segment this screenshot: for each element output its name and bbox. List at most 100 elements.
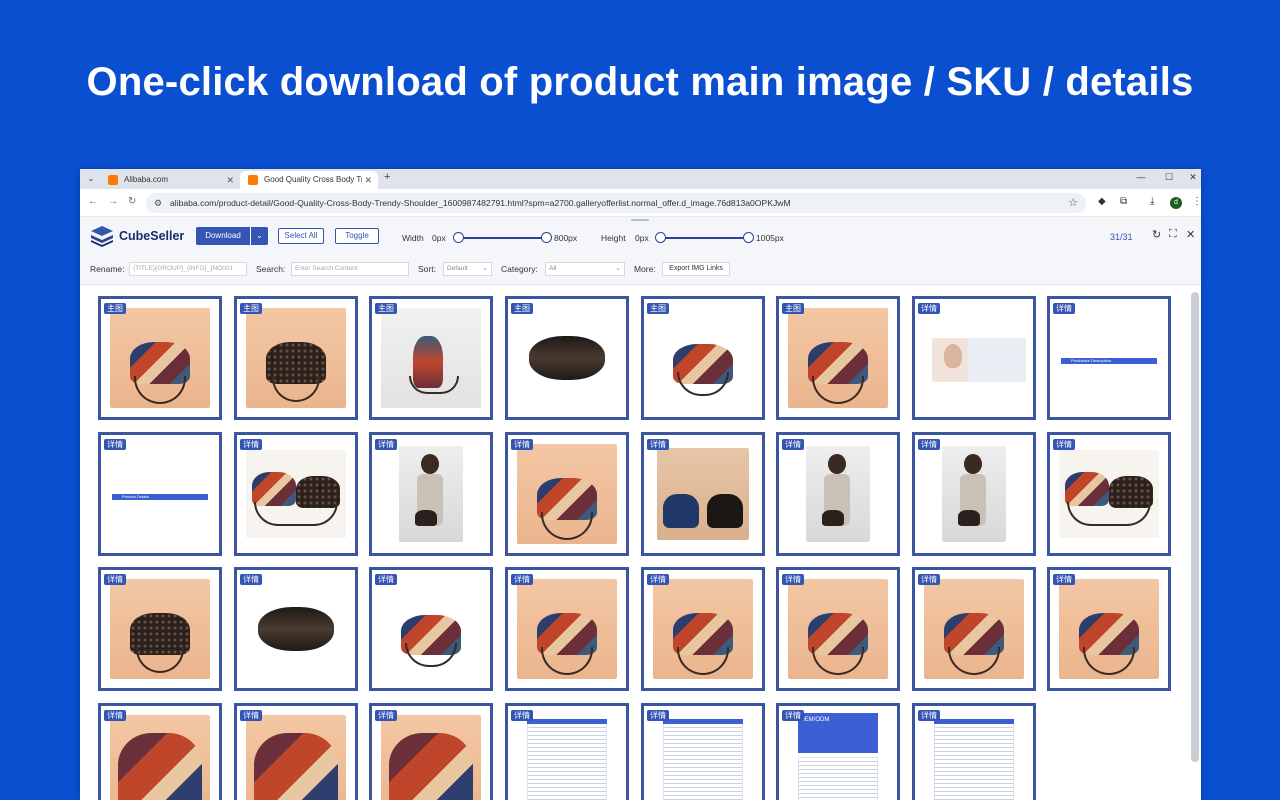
height-max: 1005px — [756, 233, 784, 243]
fullscreen-icon[interactable]: ⛶ — [1169, 228, 1177, 241]
image-card[interactable]: 主图 — [369, 296, 493, 420]
image-card[interactable]: 详情 OEM/ODM — [776, 703, 900, 800]
image-card[interactable]: 详情 — [234, 567, 358, 691]
document-page — [527, 719, 607, 800]
menu-kebab-icon[interactable]: ⋮ — [1192, 196, 1201, 207]
new-tab-icon[interactable]: + — [384, 171, 390, 183]
toggle-button[interactable]: Toggle — [335, 228, 379, 244]
image-card[interactable]: 详情 — [641, 567, 765, 691]
image-card[interactable]: 详情 — [505, 703, 629, 800]
category-select[interactable]: All ⌄ — [545, 262, 625, 276]
image-card[interactable]: 详情 — [1047, 567, 1171, 691]
image-card[interactable]: 主图 — [776, 296, 900, 420]
image-card[interactable]: 详情 — [641, 703, 765, 800]
avatar[interactable]: d — [1170, 197, 1182, 209]
image-caption: Productive Description — [1071, 358, 1112, 363]
image-card[interactable]: 详情 — [98, 703, 222, 800]
close-tab-icon[interactable]: ✕ — [226, 171, 234, 189]
image-thumbnail — [379, 577, 483, 681]
image-card[interactable]: 详情 — [912, 567, 1036, 691]
image-card[interactable]: 详情 — [369, 703, 493, 800]
width-slider[interactable] — [460, 237, 548, 239]
image-type-badge: 详情 — [511, 439, 533, 450]
image-type-badge: 详情 — [647, 710, 669, 721]
tab-search-icon[interactable]: ⌄ — [84, 172, 98, 186]
image-thumbnail — [379, 713, 483, 800]
scrollbar[interactable] — [1191, 292, 1199, 762]
image-card[interactable]: 主图 — [234, 296, 358, 420]
image-thumbnail: OEM/ODM — [786, 713, 890, 800]
site-info-icon[interactable]: ⚙ — [154, 193, 162, 213]
sort-select[interactable]: Default ⌄ — [443, 262, 492, 276]
search-input[interactable]: Enter Search Content — [291, 262, 409, 276]
forward-icon[interactable]: → — [108, 196, 118, 207]
image-card[interactable]: 详情 — [912, 432, 1036, 556]
extensions-puzzle-icon[interactable]: ⧉ — [1120, 196, 1127, 207]
download-dropdown-button[interactable]: ⌄ — [250, 227, 268, 245]
height-slider-max-knob[interactable] — [743, 232, 754, 243]
rename-input[interactable]: {TITLE}{GROUP}_{INFO}_{NO001 — [129, 262, 247, 276]
bag-strap — [405, 643, 457, 667]
image-card[interactable]: 详情 Product Details — [98, 432, 222, 556]
image-thumbnail — [244, 713, 348, 800]
image-thumbnail — [515, 442, 619, 546]
image-thumbnail — [108, 713, 212, 800]
bag-image — [415, 510, 437, 526]
select-all-button[interactable]: Select All — [278, 228, 324, 244]
cubeseller-extension-icon[interactable]: ◆ — [1098, 196, 1106, 207]
image-card[interactable]: 详情 — [234, 432, 358, 556]
bookmark-star-icon[interactable]: ☆ — [1068, 193, 1078, 213]
back-icon[interactable]: ← — [88, 196, 98, 207]
minimize-icon[interactable]: — — [1134, 172, 1148, 182]
download-button[interactable]: Download — [196, 227, 250, 245]
image-card[interactable]: 详情 — [776, 432, 900, 556]
tab-alibaba[interactable]: Alibaba.com ✕ — [100, 171, 240, 189]
width-slider-min-knob[interactable] — [453, 232, 464, 243]
alibaba-favicon-icon — [108, 175, 118, 185]
image-card[interactable]: 详情 — [912, 296, 1036, 420]
image-thumbnail — [515, 577, 619, 681]
image-card[interactable]: 详情 — [505, 432, 629, 556]
image-card[interactable]: 主图 — [505, 296, 629, 420]
height-slider[interactable] — [662, 237, 750, 239]
image-type-badge: 详情 — [1053, 303, 1075, 314]
image-card[interactable]: 详情 — [912, 703, 1036, 800]
reload-icon[interactable]: ↻ — [128, 196, 136, 207]
image-card[interactable]: 主图 — [641, 296, 765, 420]
maximize-icon[interactable]: ☐ — [1162, 172, 1176, 183]
bag-image — [822, 510, 844, 526]
image-card[interactable]: 详情 — [641, 432, 765, 556]
image-type-badge: 详情 — [375, 574, 397, 585]
image-card[interactable]: 主图 — [98, 296, 222, 420]
height-slider-min-knob[interactable] — [655, 232, 666, 243]
image-card[interactable]: 详情 — [1047, 432, 1171, 556]
image-type-badge: 详情 — [782, 710, 804, 721]
image-card[interactable]: 详情 — [234, 703, 358, 800]
refresh-icon[interactable]: ↻ — [1152, 228, 1161, 241]
image-card[interactable]: 详情 — [369, 432, 493, 556]
browser-window: ⌄ Alibaba.com ✕ Good Quality Cross Body … — [80, 169, 1201, 800]
hair — [964, 454, 982, 474]
tab-product[interactable]: Good Quality Cross Body Tre ✕ — [240, 171, 378, 189]
image-card[interactable]: 详情 — [776, 567, 900, 691]
bag-strap — [254, 502, 338, 526]
width-slider-max-knob[interactable] — [541, 232, 552, 243]
drag-handle[interactable] — [631, 219, 649, 221]
width-min: 0px — [432, 233, 446, 243]
chevron-down-icon: ⌄ — [482, 265, 488, 272]
close-tab-icon[interactable]: ✕ — [364, 171, 372, 189]
url-field[interactable]: ⚙ alibaba.com/product-detail/Good-Qualit… — [146, 193, 1086, 213]
image-thumbnail — [244, 577, 348, 681]
bag-image — [258, 607, 334, 651]
image-card[interactable]: 详情 Productive Description — [1047, 296, 1171, 420]
image-thumbnail — [651, 442, 755, 546]
export-img-links-button[interactable]: Export IMG Links — [662, 262, 730, 276]
image-type-badge: 详情 — [918, 574, 940, 585]
downloads-icon[interactable]: ⤓ — [1150, 196, 1154, 207]
image-card[interactable]: 详情 — [505, 567, 629, 691]
document-page — [663, 719, 743, 800]
close-window-icon[interactable]: ✕ — [1186, 172, 1200, 183]
image-card[interactable]: 详情 — [369, 567, 493, 691]
image-card[interactable]: 详情 — [98, 567, 222, 691]
close-icon[interactable]: ✕ — [1186, 228, 1195, 241]
